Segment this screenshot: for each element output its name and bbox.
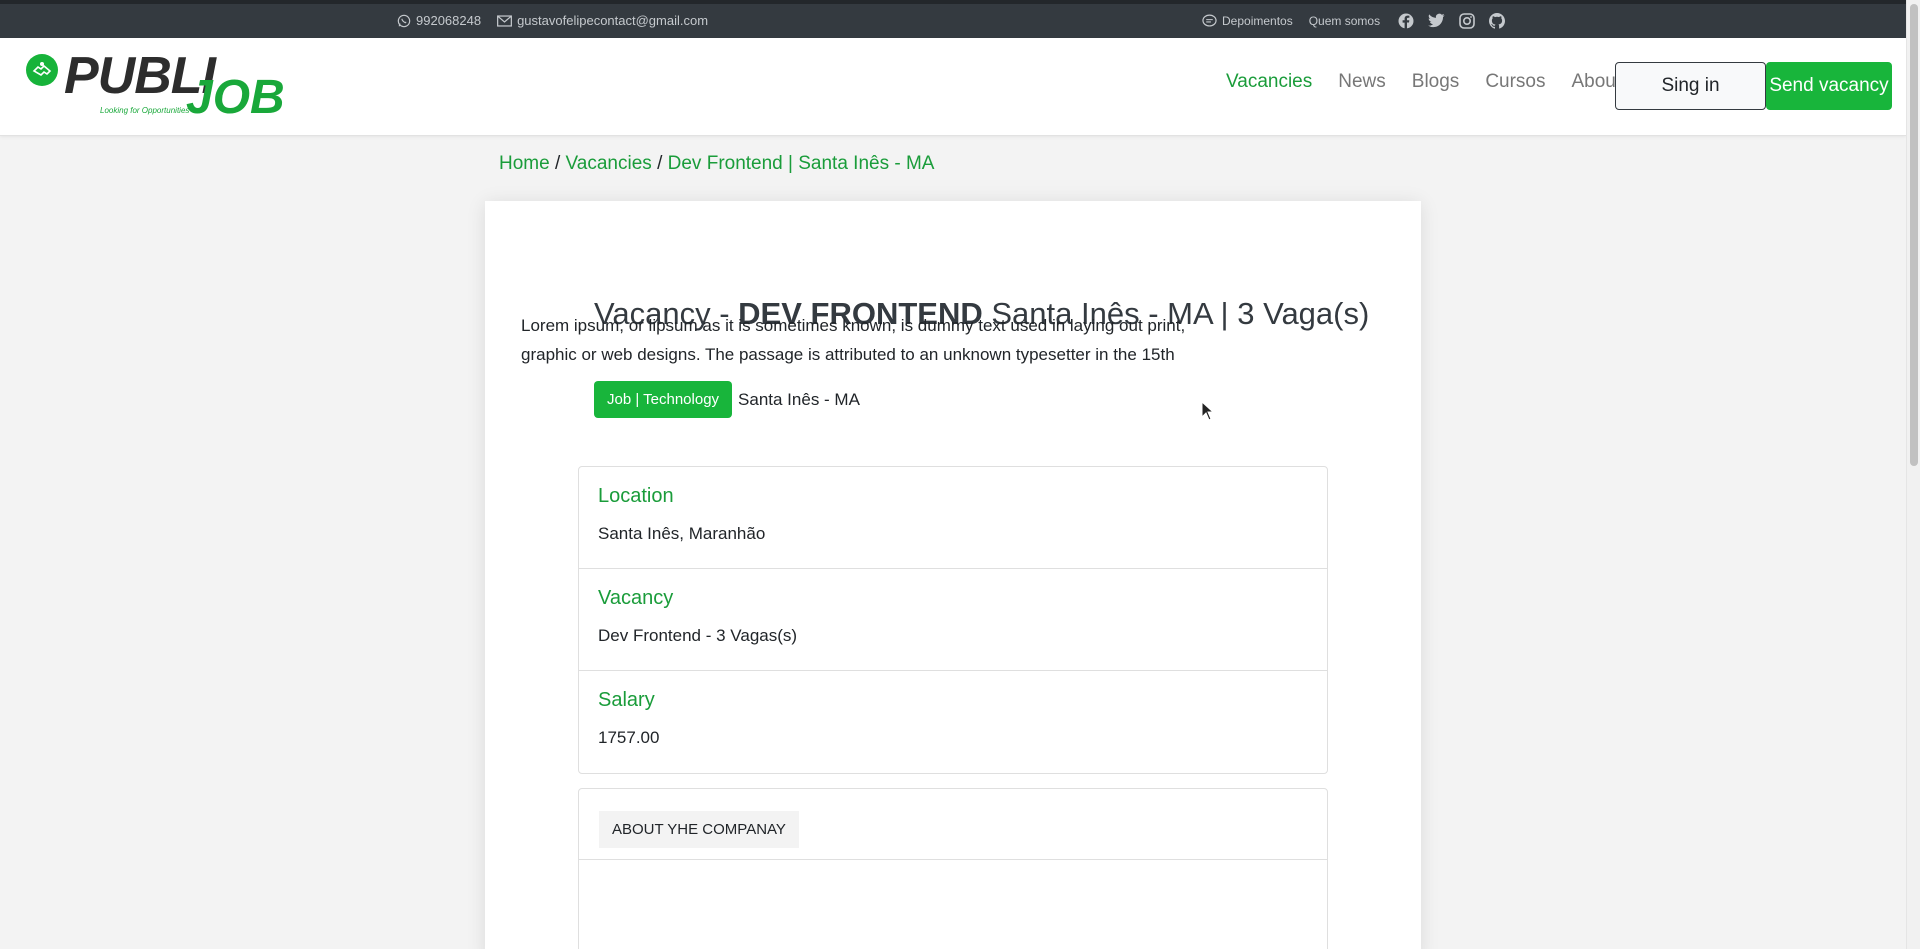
nav-about[interactable]: About — [1572, 71, 1622, 93]
nav-news[interactable]: News — [1338, 71, 1386, 93]
publijob-logo[interactable]: PUBLI JOB Looking for Opportunities — [26, 50, 285, 124]
detail-label: Salary — [598, 689, 655, 711]
detail-location: Location Santa Inês, Maranhão — [579, 467, 1327, 569]
about-company-panel: ABOUT YHE COMPANAY — [578, 788, 1328, 949]
whatsapp-icon — [397, 14, 411, 28]
detail-label: Vacancy — [598, 587, 674, 609]
page-scrollbar[interactable] — [1906, 0, 1920, 949]
primary-nav: Vacancies News Blogs Cursos About — [1226, 71, 1621, 93]
detail-salary: Salary 1757.00 — [579, 671, 1327, 773]
detail-value: 1757.00 — [598, 728, 660, 747]
category-badge[interactable]: Job | Technology — [594, 381, 733, 418]
detail-value: Santa Inês, Maranhão — [598, 524, 766, 543]
vacancy-tags: Job | Technology Santa Inês - MA — [594, 381, 860, 418]
logo-tagline: Looking for Opportunities — [100, 106, 190, 115]
topbar-links: Depoimentos Quem somos — [1202, 13, 1506, 29]
detail-value: Dev Frontend - 3 Vagas(s) — [598, 626, 798, 645]
about-company-tab[interactable]: ABOUT YHE COMPANAY — [599, 811, 799, 848]
nav-vacancies[interactable]: Vacancies — [1226, 71, 1312, 93]
breadcrumb-separator: / — [657, 153, 663, 174]
vacancy-card: Vacancy - DEV FRONTEND Santa Inês - MA |… — [485, 201, 1421, 949]
breadcrumb-current[interactable]: Dev Frontend | Santa Inês - MA — [668, 153, 935, 174]
breadcrumb-vacancies[interactable]: Vacancies — [566, 153, 652, 174]
envelope-icon — [497, 14, 513, 27]
breadcrumb-separator: / — [554, 153, 561, 174]
email-contact[interactable]: gustavofelipecontact@gmail.com — [497, 13, 708, 28]
detail-label: Location — [598, 485, 674, 507]
instagram-icon[interactable] — [1459, 13, 1475, 29]
testimonials-link[interactable]: Depoimentos — [1202, 14, 1293, 28]
main-navbar: PUBLI JOB Looking for Opportunities Vaca… — [0, 38, 1906, 136]
about-us-link[interactable]: Quem somos — [1309, 14, 1380, 28]
nav-cursos[interactable]: Cursos — [1485, 71, 1545, 93]
sign-in-button[interactable]: Sing in — [1615, 62, 1766, 110]
send-vacancy-button[interactable]: Send vacancy — [1766, 62, 1892, 110]
testimonials-label: Depoimentos — [1222, 14, 1293, 28]
twitter-icon[interactable] — [1428, 13, 1445, 29]
chat-bubble-icon — [1202, 14, 1217, 28]
mouse-cursor-icon — [1201, 400, 1215, 426]
breadcrumb: Home / Vacancies / Dev Frontend | Santa … — [499, 153, 934, 175]
nav-blogs[interactable]: Blogs — [1412, 71, 1460, 93]
detail-vacancy: Vacancy Dev Frontend - 3 Vagas(s) — [579, 569, 1327, 671]
top-contact-bar: 992068248 gustavofelipecontact@gmail.com… — [0, 0, 1920, 38]
logo-text-job: JOB — [186, 71, 285, 124]
vacancy-details-list: Location Santa Inês, Maranhão Vacancy De… — [578, 466, 1328, 774]
phone-number: 992068248 — [416, 13, 482, 28]
tag-location: Santa Inês - MA — [738, 389, 860, 409]
contact-info: 992068248 gustavofelipecontact@gmail.com — [397, 13, 708, 28]
logo-handshake-icon — [26, 54, 58, 86]
breadcrumb-home[interactable]: Home — [499, 153, 550, 174]
social-links — [1398, 13, 1506, 29]
email-address: gustavofelipecontact@gmail.com — [517, 13, 709, 28]
about-company-header: ABOUT YHE COMPANAY — [579, 789, 1327, 860]
about-company-text: Lorem ipsum, or lipsum as it is sometime… — [521, 316, 1186, 364]
github-icon[interactable] — [1489, 13, 1506, 29]
facebook-icon[interactable] — [1398, 13, 1414, 29]
scrollbar-thumb[interactable] — [1910, 4, 1918, 466]
phone-contact[interactable]: 992068248 — [397, 13, 481, 28]
